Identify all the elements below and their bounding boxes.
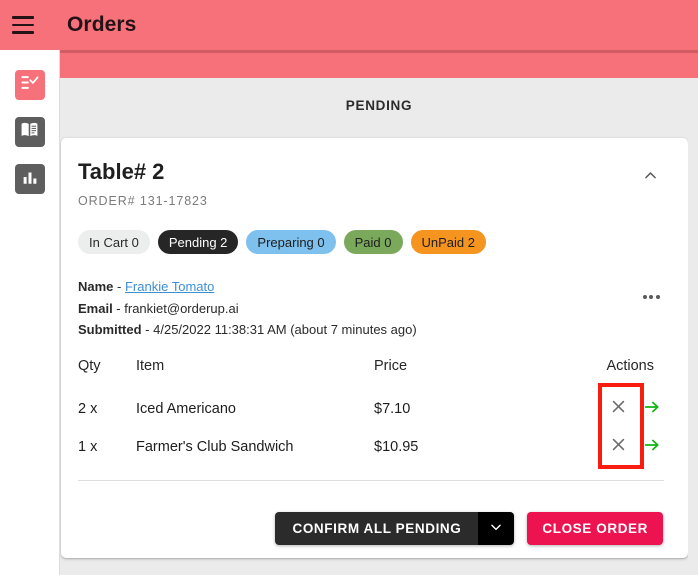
hamburger-icon[interactable] [10,12,36,38]
customer-name-label: Name [78,279,114,295]
order-items-head: Qty Item Price Actions [78,358,664,390]
status-chip-paid[interactable]: Paid 0 [343,230,403,255]
status-chip-in-cart[interactable]: In Cart 0 [78,230,150,255]
name-separator: - [113,279,125,295]
status-chip-group: In Cart 0 Pending 2 Preparing 0 Paid 0 U… [78,230,664,255]
confirm-dropdown-toggle[interactable] [478,511,515,545]
close-icon [610,398,627,419]
order-items-table: Qty Item Price Actions 2 x Iced American… [78,358,664,466]
column-header-item: Item [136,357,165,374]
more-horizontal-icon [642,295,647,300]
status-chip-pending[interactable]: Pending 2 [157,230,239,255]
more-options-button[interactable] [638,284,664,310]
collapse-card-button[interactable] [636,164,664,192]
chip-label: In Cart 0 [89,234,139,250]
chip-label: Preparing 0 [257,234,325,250]
row-action-group [559,399,664,419]
page-title: Orders [67,13,137,36]
hamburger-line [12,31,34,34]
cell-actions [559,390,664,428]
cell-actions [559,428,664,466]
table-header-row: Qty Item Price Actions [78,358,664,390]
column-header-qty: Qty [78,357,101,374]
cell-item: Iced Americano [136,400,236,417]
status-chip-preparing[interactable]: Preparing 0 [246,230,336,255]
items-divider [78,479,664,481]
bar-chart-icon [21,168,39,191]
submitted-label: Submitted [78,322,142,338]
submitted-separator: - [141,322,154,338]
table-number: Table# 2 [78,159,165,184]
customer-email-line: Email - frankiet@orderup.ai [78,298,417,320]
top-app-bar: Orders [0,0,698,50]
table-row: 2 x Iced Americano $7.10 [78,390,664,428]
cancel-item-button[interactable] [608,437,628,457]
page-right-gutter [688,78,698,575]
chip-label: Paid 0 [354,234,392,250]
customer-name-link[interactable]: Frankie Tomato [125,279,214,294]
menu-book-icon [20,120,39,144]
checklist-icon [20,73,39,97]
sidebar-item-menu[interactable] [14,117,45,147]
sidebar-item-orders[interactable] [14,70,45,100]
arrow-right-icon [643,436,661,458]
order-number: ORDER# 131-17823 [78,194,208,209]
close-order-button[interactable]: CLOSE ORDER [527,511,663,545]
order-card-titles: Table# 2 ORDER# 131-17823 [78,159,208,209]
cell-item: Farmer's Club Sandwich [136,438,294,455]
sidebar [0,48,60,575]
arrow-right-icon [643,398,661,420]
chevron-down-icon [489,520,503,537]
hamburger-line [12,16,34,19]
customer-name-line: Name - Frankie Tomato [78,276,417,298]
customer-info: Name - Frankie Tomato Email - frankiet@o… [78,276,417,341]
chevron-up-icon [642,167,659,189]
column-header-price: Price [374,357,408,374]
row-action-group [559,437,664,457]
main-content: PENDING Table# 2 ORDER# 131-17823 In Car… [60,0,698,575]
cell-price: $7.10 [374,400,411,417]
confirm-all-pending-button[interactable]: CONFIRM ALL PENDING [275,511,479,545]
order-items-body: 2 x Iced Americano $7.10 1 x Farmer's Cl… [78,390,664,466]
hamburger-line [12,23,34,27]
sidebar-item-reports[interactable] [14,164,45,194]
close-icon [610,436,627,457]
email-separator: - [112,300,125,316]
customer-email-label: Email [78,300,113,316]
order-card: Table# 2 ORDER# 131-17823 In Cart 0 Pend… [61,138,688,558]
customer-info-row: Name - Frankie Tomato Email - frankiet@o… [78,276,664,341]
customer-submitted-line: Submitted - 4/25/2022 11:38:31 AM (about… [78,319,417,341]
advance-item-button[interactable] [642,399,662,419]
chip-label: UnPaid 2 [421,234,475,250]
brand-accent-bar [60,50,698,78]
submitted-value: 4/25/2022 11:38:31 AM (about 7 minutes a… [153,322,417,338]
cell-qty: 2 x [78,400,98,417]
advance-item-button[interactable] [642,437,662,457]
cell-qty: 1 x [78,438,98,455]
table-row: 1 x Farmer's Club Sandwich $10.95 [78,428,664,466]
cancel-item-button[interactable] [608,399,628,419]
order-card-header: Table# 2 ORDER# 131-17823 [78,159,664,209]
section-heading: PENDING [345,98,413,113]
app-root: Orders PENDING Table# 2 ORDER# 131-17823… [0,0,698,575]
chip-label: Pending 2 [168,234,228,250]
column-header-actions: Actions [606,357,654,374]
cell-price: $10.95 [374,438,419,455]
status-chip-unpaid[interactable]: UnPaid 2 [410,230,486,255]
confirm-all-pending-split-button: CONFIRM ALL PENDING [275,511,515,545]
customer-email-value: frankiet@orderup.ai [124,300,239,316]
more-horizontal-icon [655,295,660,300]
more-horizontal-icon [649,295,653,300]
order-card-footer: CONFIRM ALL PENDING CLOSE ORDER [78,511,664,545]
